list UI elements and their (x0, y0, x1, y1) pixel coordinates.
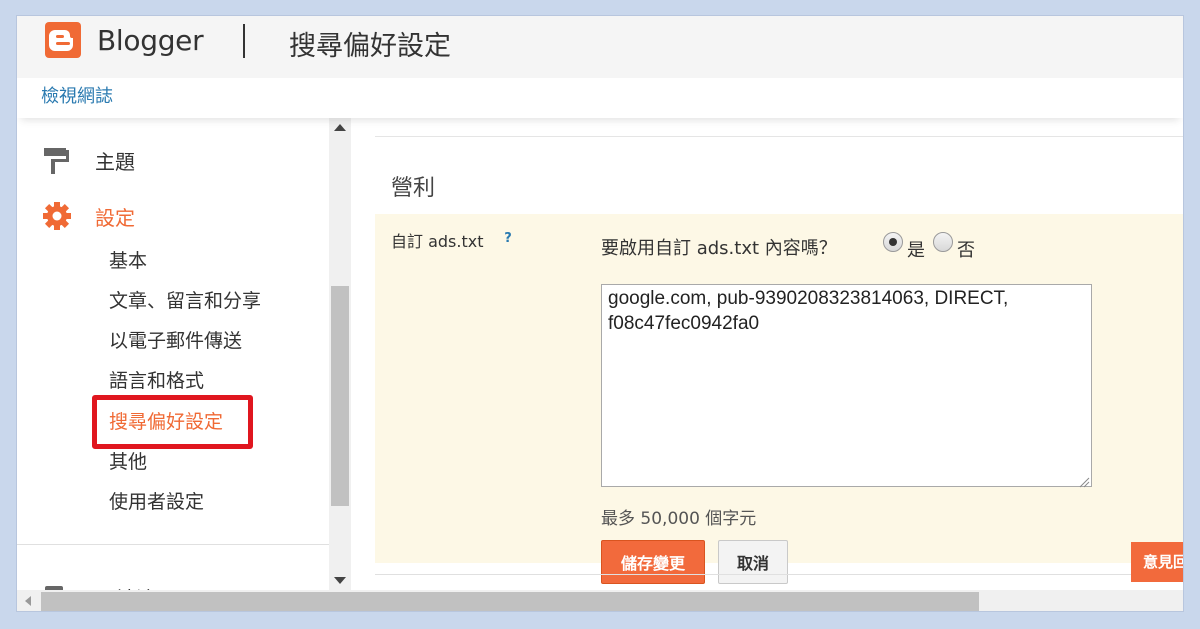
field-label: 自訂 ads.txt (391, 232, 484, 251)
sidebar: 主題 設定 基本 文章、留言和分享 以電子郵件傳送 語言和格式 搜尋偏好設定 其… (17, 118, 329, 598)
section-divider (375, 136, 1183, 137)
gear-icon (41, 200, 73, 232)
sidebar-item-label: 主題 (95, 149, 135, 174)
browser-window: Blogger 搜尋偏好設定 檢視網誌 主題 設定 基本 文章、留言和分享 以電… (16, 15, 1184, 612)
sidebar-subitem-basic[interactable]: 基本 (109, 246, 147, 276)
scroll-down-arrow-icon[interactable] (334, 577, 346, 584)
paint-roller-icon (41, 144, 73, 176)
sidebar-subitem-email[interactable]: 以電子郵件傳送 (109, 326, 242, 356)
main-content: 營利 自訂 ads.txt ? 要啟用自訂 ads.txt 內容嗎？ 是 否 g… (351, 118, 1183, 590)
resize-grip-icon[interactable] (1078, 473, 1090, 488)
feedback-button[interactable]: 意見回饋 (1131, 542, 1183, 582)
sidebar-item-theme[interactable]: 主題 (41, 140, 135, 180)
app-header: Blogger 搜尋偏好設定 (17, 16, 1183, 78)
sidebar-scrollbar[interactable] (329, 118, 351, 590)
sidebar-item-label: 設定 (95, 205, 135, 230)
sidebar-divider (17, 544, 329, 545)
help-icon[interactable]: ? (497, 228, 519, 250)
ads-txt-panel: 自訂 ads.txt ? 要啟用自訂 ads.txt 內容嗎？ 是 否 goog… (375, 214, 1183, 584)
scroll-up-arrow-icon[interactable] (334, 124, 346, 131)
save-button[interactable]: 儲存變更 (601, 540, 705, 584)
ads-txt-textarea[interactable]: google.com, pub-9390208323814063, DIRECT… (601, 284, 1092, 487)
radio-yes[interactable] (883, 232, 903, 252)
page-title: 搜尋偏好設定 (289, 31, 451, 62)
enable-question: 要啟用自訂 ads.txt 內容嗎？ (601, 238, 837, 259)
sidebar-subitem-other[interactable]: 其他 (109, 447, 147, 477)
view-blog-bar: 檢視網誌 (17, 78, 1183, 118)
cancel-button[interactable]: 取消 (718, 540, 788, 584)
sidebar-subitem-posts-comments-sharing[interactable]: 文章、留言和分享 (109, 286, 261, 316)
sidebar-subitem-language-formatting[interactable]: 語言和格式 (109, 366, 204, 396)
sidebar-item-settings[interactable]: 設定 (41, 196, 135, 236)
radio-no[interactable] (933, 232, 953, 252)
char-limit-hint: 最多 50,000 個字元 (601, 509, 757, 529)
sidebar-subitem-user-settings[interactable]: 使用者設定 (109, 487, 204, 517)
section-title: 營利 (391, 176, 436, 201)
header-divider (243, 24, 245, 58)
view-blog-link[interactable]: 檢視網誌 (41, 82, 113, 108)
blogger-logo-icon[interactable] (45, 22, 81, 58)
radio-no-label: 否 (957, 240, 975, 261)
scroll-left-arrow-icon[interactable] (25, 596, 31, 606)
radio-yes-label: 是 (907, 240, 925, 261)
brand-name: Blogger (97, 24, 204, 57)
section-divider (375, 574, 1183, 575)
highlight-annotation (92, 395, 253, 449)
horizontal-scrollbar-thumb[interactable] (41, 592, 979, 611)
horizontal-scrollbar[interactable] (17, 590, 1183, 611)
sidebar-scrollbar-thumb[interactable] (331, 286, 349, 506)
